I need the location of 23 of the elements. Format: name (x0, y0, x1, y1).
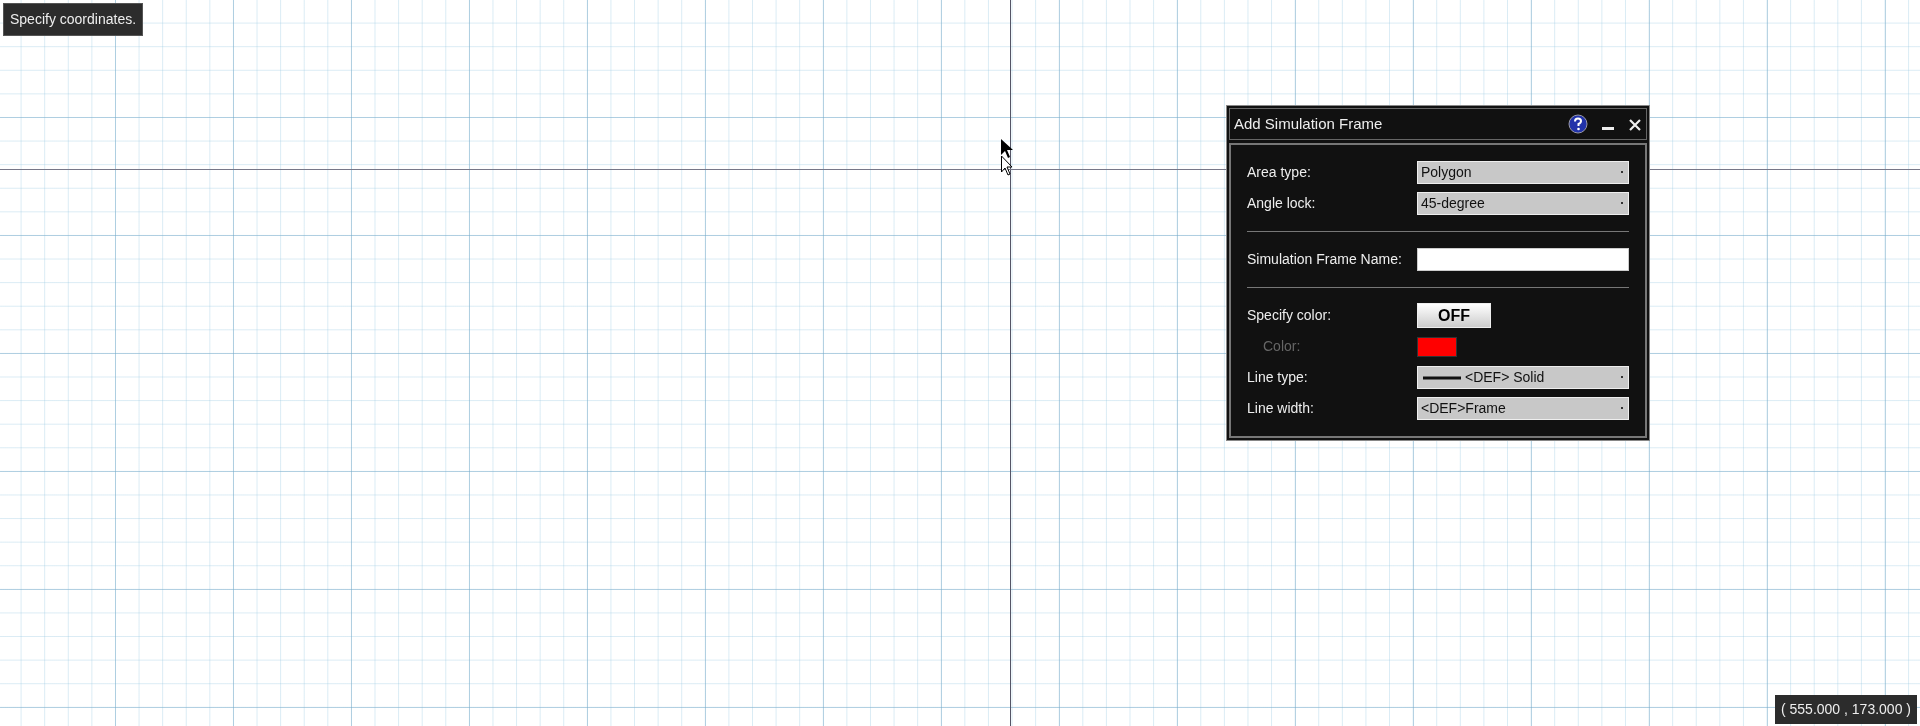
solid-line-icon (1423, 375, 1461, 380)
field-label: Specify color: (1247, 306, 1333, 325)
dropdown[interactable]: 45-degree (1417, 192, 1629, 215)
toggle-button[interactable]: OFF (1417, 303, 1491, 328)
dropdown[interactable]: <DEF> Solid (1417, 366, 1629, 389)
field-label: Area type: (1247, 163, 1312, 182)
pointer-icon (1000, 139, 1016, 177)
name-input-field[interactable] (1417, 248, 1629, 271)
dropdown[interactable]: <DEF>Frame (1417, 397, 1629, 420)
field-label: Line type: (1247, 368, 1309, 387)
coordinates-readout: ( 555.000 , 173.000 ) (1775, 695, 1917, 724)
dialog-title: Add Simulation Frame (1234, 113, 1384, 134)
help-button[interactable] (1568, 114, 1588, 134)
minimize-icon (1602, 126, 1614, 130)
prompt-tooltip: Specify coordinates. (3, 3, 144, 36)
field-label: Simulation Frame Name: (1247, 250, 1403, 269)
help-icon (1568, 114, 1588, 134)
close-icon (1628, 117, 1642, 132)
field-label: Color: (1262, 337, 1302, 356)
field-label: Line width: (1247, 399, 1315, 418)
dropdown[interactable]: Polygon (1417, 161, 1629, 184)
close-button[interactable] (1628, 116, 1642, 132)
field-label: Angle lock: (1247, 194, 1317, 213)
